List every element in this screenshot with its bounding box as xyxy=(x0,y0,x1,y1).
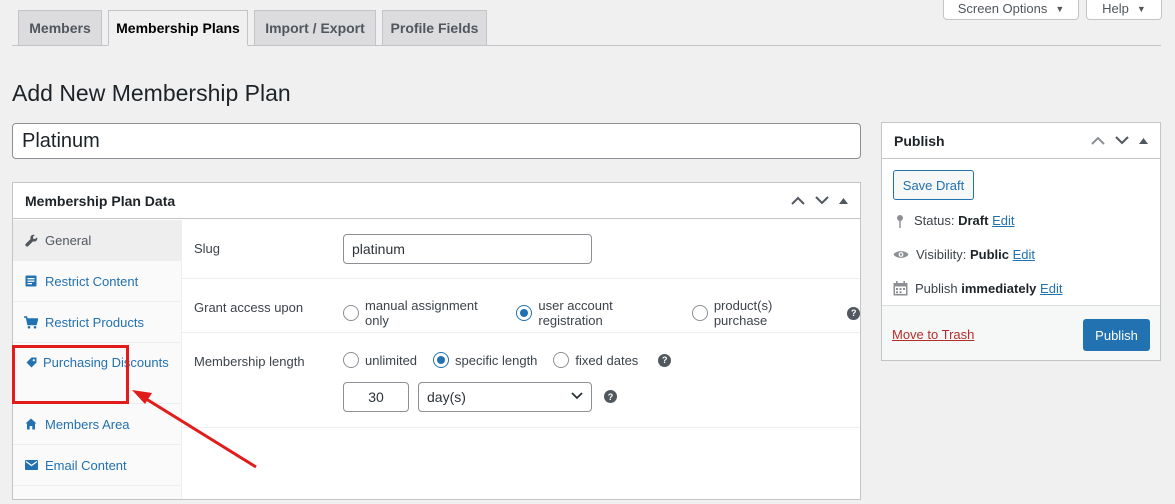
document-icon xyxy=(24,274,38,288)
calendar-icon xyxy=(893,281,908,296)
data-tab-email-content[interactable]: Email Content xyxy=(13,445,181,486)
data-tab-members-area[interactable]: Members Area xyxy=(13,404,181,445)
radio-label: fixed dates xyxy=(575,352,639,368)
status-value: Draft xyxy=(958,213,989,228)
visibility-value: Public xyxy=(969,247,1009,262)
length-amount-input[interactable]: 30 xyxy=(343,382,409,412)
move-down-icon[interactable] xyxy=(1115,136,1129,145)
visibility-label: Visibility: xyxy=(916,247,967,262)
tab-members[interactable]: Members xyxy=(18,10,102,46)
pin-icon xyxy=(897,214,903,228)
postbox-header: Membership Plan Data xyxy=(13,183,860,219)
data-tab-label: Restrict Products xyxy=(45,314,144,330)
grant-access-label: Grant access upon xyxy=(194,300,304,315)
slug-label: Slug xyxy=(194,241,221,256)
tab-profile-fields[interactable]: Profile Fields xyxy=(382,10,487,46)
publish-actions: Move to Trash Publish xyxy=(882,305,1160,360)
help-button[interactable]: Help ▼ xyxy=(1086,0,1162,20)
radio-label: unlimited xyxy=(365,352,418,368)
grant-access-options: manual assignment only user account regi… xyxy=(343,298,860,328)
membership-plan-data-box: Membership Plan Data General Restrict Co… xyxy=(12,182,861,500)
caret-down-icon: ▼ xyxy=(1055,3,1065,14)
radio-manual-assignment[interactable] xyxy=(343,305,359,321)
data-tab-restrict-products[interactable]: Restrict Products xyxy=(13,302,181,343)
membership-length-options: unlimited specific length fixed dates ? xyxy=(343,352,672,368)
move-up-icon[interactable] xyxy=(791,196,805,205)
data-tab-label: Restrict Content xyxy=(45,273,139,289)
move-to-trash-link[interactable]: Move to Trash xyxy=(892,327,974,342)
membership-length-label: Membership length xyxy=(194,354,305,369)
plan-name-input[interactable]: Platinum xyxy=(12,123,861,159)
email-icon xyxy=(24,458,38,472)
edit-visibility-link[interactable]: Edit xyxy=(1013,247,1035,262)
help-label: Help xyxy=(1102,1,1129,16)
wrench-icon xyxy=(24,233,38,247)
visibility-line: Visibility: Public Edit xyxy=(893,247,1035,262)
publish-box: Publish Save Draft Status: Draft Edit Vi… xyxy=(881,122,1161,361)
publish-time-label: Publish xyxy=(915,281,958,296)
publish-button[interactable]: Publish xyxy=(1083,319,1150,351)
radio-label: manual assignment only xyxy=(365,298,478,328)
data-tab-label: General xyxy=(45,232,92,248)
radio-label: product(s) purchase xyxy=(713,298,773,328)
edit-publish-time-link[interactable]: Edit xyxy=(1040,281,1062,296)
data-tab-general[interactable]: General xyxy=(13,220,181,261)
radio-label: user account registration xyxy=(538,298,613,328)
toggle-panel-icon[interactable] xyxy=(839,197,848,204)
select-value: day(s) xyxy=(427,389,466,405)
status-label: Status: xyxy=(914,213,955,228)
caret-down-icon: ▼ xyxy=(1136,3,1146,14)
tab-import-export[interactable]: Import / Export xyxy=(254,10,376,46)
help-tip-icon[interactable]: ? xyxy=(658,353,672,367)
help-tip-icon[interactable]: ? xyxy=(847,306,860,320)
toggle-panel-icon[interactable] xyxy=(1139,137,1148,144)
screen-options-button[interactable]: Screen Options ▼ xyxy=(943,0,1079,20)
screen-options-label: Screen Options xyxy=(957,1,1048,16)
radio-product-purchase[interactable] xyxy=(691,305,708,321)
cart-icon xyxy=(24,315,38,329)
slug-input[interactable]: platinum xyxy=(343,234,592,264)
radio-label: specific length xyxy=(455,352,538,368)
chevron-down-icon xyxy=(571,392,583,400)
data-tab-label: Members Area xyxy=(45,416,130,432)
radio-user-account-registration[interactable] xyxy=(516,305,533,321)
annotation-highlight-box xyxy=(12,345,129,404)
postbox-handles xyxy=(791,196,848,205)
move-down-icon[interactable] xyxy=(815,196,829,205)
radio-unlimited[interactable] xyxy=(343,352,359,368)
postbox-handles xyxy=(1091,136,1148,145)
save-draft-button[interactable]: Save Draft xyxy=(893,170,974,200)
slug-row: Slug platinum xyxy=(182,220,860,279)
data-tab-restrict-content[interactable]: Restrict Content xyxy=(13,261,181,302)
publish-header: Publish xyxy=(882,123,1160,159)
grant-access-row: Grant access upon manual assignment only… xyxy=(182,279,860,333)
home-icon xyxy=(24,417,38,431)
status-line: Status: Draft Edit xyxy=(893,213,1014,228)
publish-time-value: immediately xyxy=(961,281,1037,296)
page-title: Add New Membership Plan xyxy=(12,80,291,106)
edit-status-link[interactable]: Edit xyxy=(992,213,1014,228)
data-tab-label: Email Content xyxy=(45,457,127,473)
tab-membership-plans[interactable]: Membership Plans xyxy=(108,10,248,46)
help-tip-icon[interactable]: ? xyxy=(604,390,617,403)
eye-icon xyxy=(893,251,909,258)
radio-fixed-dates[interactable] xyxy=(553,352,570,368)
publish-title: Publish xyxy=(894,132,945,149)
postbox-title: Membership Plan Data xyxy=(25,192,176,209)
publish-time-line: Publish immediately Edit xyxy=(893,281,1062,296)
radio-specific-length[interactable] xyxy=(433,352,450,368)
move-up-icon[interactable] xyxy=(1091,136,1105,145)
membership-length-row: Membership length unlimited specific len… xyxy=(182,333,860,428)
length-period-select[interactable]: day(s) xyxy=(418,382,592,412)
